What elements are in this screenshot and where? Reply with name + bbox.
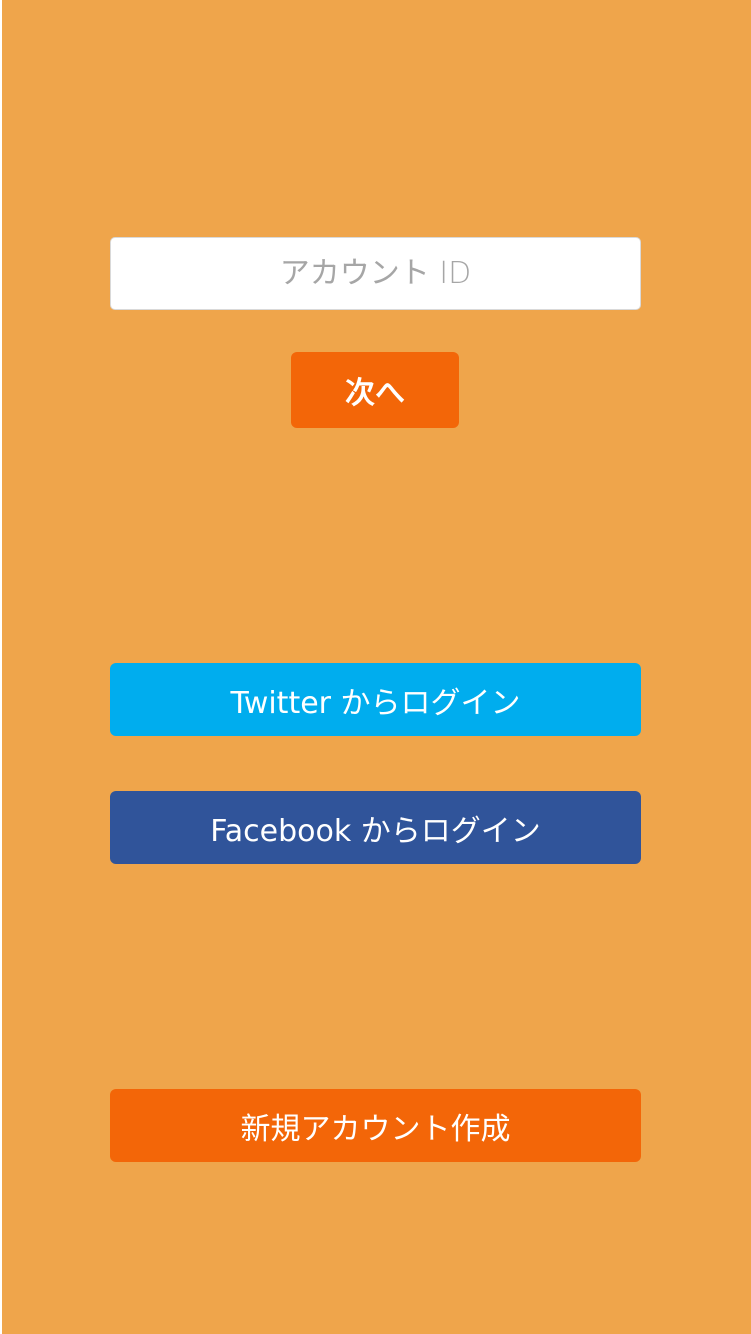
- next-button[interactable]: 次へ: [291, 352, 459, 428]
- create-account-button[interactable]: 新規アカウント作成: [110, 1089, 641, 1162]
- login-screen: 次へ Twitter からログイン Facebook からログイン 新規アカウン…: [2, 0, 751, 1334]
- twitter-login-button[interactable]: Twitter からログイン: [110, 663, 641, 736]
- account-id-input[interactable]: [110, 237, 641, 310]
- facebook-login-button[interactable]: Facebook からログイン: [110, 791, 641, 864]
